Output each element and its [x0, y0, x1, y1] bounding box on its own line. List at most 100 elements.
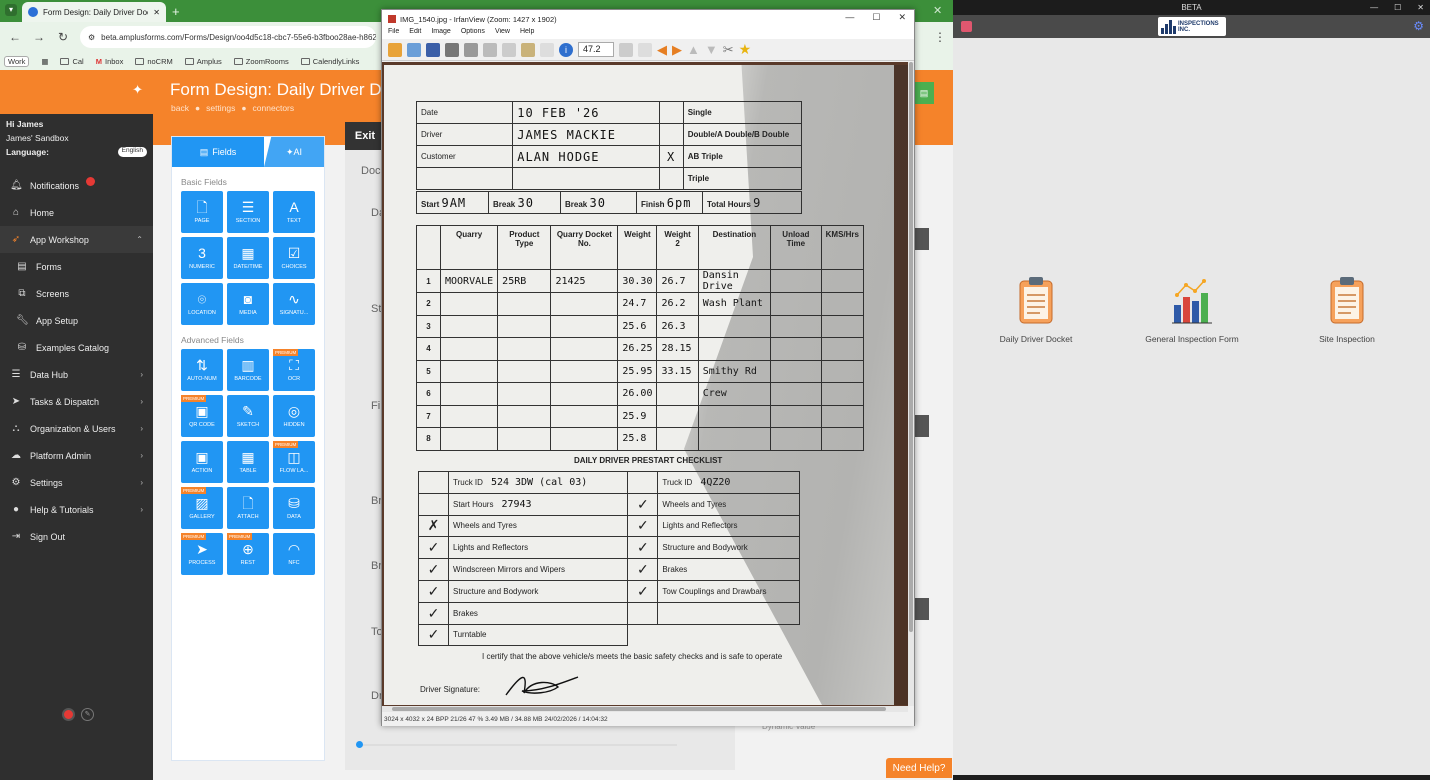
field-button-sketch[interactable]: ✎SKETCH — [227, 395, 269, 437]
gear-icon[interactable]: ⚙ — [1413, 19, 1424, 33]
need-help-button[interactable]: Need Help? — [886, 758, 952, 778]
save-icon[interactable] — [426, 43, 440, 57]
zoom-in-icon[interactable] — [619, 43, 633, 57]
minimize-icon[interactable]: — — [1370, 0, 1378, 15]
apps-grid-icon[interactable]: ▦ — [41, 57, 48, 66]
sidebar-item-organization-users[interactable]: ⛬ Organization & Users › — [0, 415, 153, 442]
menu-edit[interactable]: Edit — [409, 28, 421, 39]
tab-ai[interactable]: ✦ AI — [264, 137, 324, 167]
maximize-icon[interactable]: ☐ — [872, 12, 880, 23]
sidebar-item-notifications[interactable]: 🔔︎ Notifications — [0, 172, 153, 199]
menu-view[interactable]: View — [495, 28, 510, 39]
sidebar-item-help-tutorials[interactable]: ● Help & Tutorials › — [0, 496, 153, 523]
card-site-inspection[interactable]: Site Inspection — [1287, 275, 1407, 344]
copy-icon[interactable] — [502, 43, 516, 57]
field-button-data[interactable]: ⛁DATA — [273, 487, 315, 529]
field-button-media[interactable]: ◙MEDIA — [227, 283, 269, 325]
sidebar-item-app-workshop[interactable]: ➶ App Workshop ⌃ — [0, 226, 153, 253]
sidebar-item-examples-catalog[interactable]: ⛁ Examples Catalog — [0, 334, 153, 361]
browser-tab[interactable]: Form Design: Daily Driver Docket ✕ — [22, 2, 166, 22]
field-button-gallery[interactable]: PREMIUM▨GALLERY — [181, 487, 223, 529]
settings-link[interactable]: settings — [206, 103, 235, 113]
down-icon[interactable]: ▼ — [705, 42, 718, 57]
field-button-hidden[interactable]: ◎HIDDEN — [273, 395, 315, 437]
back-link[interactable]: back — [171, 103, 189, 113]
bookmark-amplus[interactable]: Amplus — [185, 57, 222, 66]
zoom-out-icon[interactable] — [638, 43, 652, 57]
field-button-auto-num[interactable]: ⇅AUTO-NUM — [181, 349, 223, 391]
sidebar-item-home[interactable]: ⌂ Home — [0, 199, 153, 226]
sidebar-item-settings[interactable]: ⚙ Settings › — [0, 469, 153, 496]
paste-icon[interactable] — [521, 43, 535, 57]
new-tab-button[interactable]: + — [172, 4, 180, 19]
close-icon[interactable]: ✕ — [1417, 0, 1424, 15]
cut-icon[interactable] — [483, 43, 497, 57]
slideshow-icon[interactable] — [407, 43, 421, 57]
field-button-location[interactable]: ⌾LOCATION — [181, 283, 223, 325]
field-button-attach[interactable]: 🗋ATTACH — [227, 487, 269, 529]
scrollbar-thumb[interactable] — [909, 62, 913, 632]
field-button-flow-la[interactable]: PREMIUM◫FLOW LA... — [273, 441, 315, 483]
tab-fields[interactable]: ▤ Fields — [172, 137, 264, 167]
field-button-nfc[interactable]: ◠NFC — [273, 533, 315, 575]
app-badge-icon[interactable] — [961, 21, 972, 32]
card-daily-driver-docket[interactable]: Daily Driver Docket — [976, 275, 1096, 344]
site-info-icon[interactable]: ⚙ — [88, 33, 95, 42]
close-tab-icon[interactable]: ✕ — [153, 8, 160, 17]
field-button-qr-code[interactable]: PREMIUM▣QR CODE — [181, 395, 223, 437]
field-button-table[interactable]: ▦TABLE — [227, 441, 269, 483]
pen-icon[interactable]: ✎ — [81, 708, 94, 721]
bookmark-calendlylinks[interactable]: CalendlyLinks — [301, 57, 360, 66]
sidebar-item-sign-out[interactable]: ⇥ Sign Out — [0, 523, 153, 550]
field-button-barcode[interactable]: ▥BARCODE — [227, 349, 269, 391]
sidebar-item-tasks-dispatch[interactable]: ➤ Tasks & Dispatch › — [0, 388, 153, 415]
sidebar-item-data-hub[interactable]: ☰ Data Hub › — [0, 361, 153, 388]
sidebar-item-forms[interactable]: ▤ Forms — [0, 253, 153, 280]
previous-icon[interactable]: ◀ — [657, 42, 667, 58]
field-button-rest[interactable]: PREMIUM⊕REST — [227, 533, 269, 575]
scrollbar-thumb[interactable] — [392, 707, 886, 711]
field-button-process[interactable]: PREMIUM➤PROCESS — [181, 533, 223, 575]
menu-options[interactable]: Options — [461, 28, 485, 39]
sidebar-item-screens[interactable]: ⧉ Screens — [0, 280, 153, 307]
close-window-icon[interactable]: ✕ — [933, 4, 942, 17]
tab-search-button[interactable]: ▾ — [5, 4, 17, 16]
bookmark-nocrm[interactable]: noCRM — [135, 57, 172, 66]
minimize-icon[interactable]: — — [845, 12, 854, 23]
record-button[interactable] — [62, 708, 75, 721]
field-button-action[interactable]: ▣ACTION — [181, 441, 223, 483]
address-bar[interactable]: ⚙ beta.amplusforms.com/Forms/Design/oo4d… — [80, 26, 376, 48]
field-button-date-time[interactable]: ▦DATE/TIME — [227, 237, 269, 279]
vertical-scrollbar[interactable] — [908, 62, 914, 706]
field-button-text[interactable]: ATEXT — [273, 191, 315, 233]
field-button-ocr[interactable]: PREMIUM⛶OCR — [273, 349, 315, 391]
sidebar-item-platform-admin[interactable]: ☁ Platform Admin › — [0, 442, 153, 469]
field-button-section[interactable]: ☰SECTION — [227, 191, 269, 233]
connectors-link[interactable]: connectors — [253, 103, 295, 113]
exit-button[interactable]: Exit — [345, 122, 385, 150]
open-folder-icon[interactable] — [388, 43, 402, 57]
next-icon[interactable]: ▶ — [672, 42, 682, 58]
info-icon[interactable]: i — [559, 43, 573, 57]
close-icon[interactable]: ✕ — [898, 12, 906, 23]
zoom-field[interactable]: 47.2 — [578, 42, 614, 57]
up-icon[interactable]: ▲ — [687, 42, 700, 57]
tools-icon[interactable]: ✂ — [723, 42, 734, 58]
field-button-numeric[interactable]: 3NUMERIC — [181, 237, 223, 279]
undo-icon[interactable] — [540, 43, 554, 57]
print-icon[interactable] — [445, 43, 459, 57]
browser-menu-icon[interactable]: ⋮ — [934, 30, 946, 44]
menu-file[interactable]: File — [388, 28, 399, 39]
field-button-choices[interactable]: ☑CHOICES — [273, 237, 315, 279]
favorite-star-icon[interactable]: ★ — [739, 41, 752, 58]
forward-icon[interactable]: → — [32, 30, 46, 44]
pin-icon[interactable]: ✦ — [132, 82, 143, 98]
back-icon[interactable]: ← — [8, 30, 22, 44]
maximize-icon[interactable]: ☐ — [1394, 0, 1401, 15]
bookmark-zoomrooms[interactable]: ZoomRooms — [234, 57, 289, 66]
bookmark-cal[interactable]: Cal — [60, 57, 83, 66]
save-icon[interactable]: ▤ — [914, 82, 934, 104]
menu-help[interactable]: Help — [520, 28, 534, 39]
bookmark-inbox[interactable]: MInbox — [96, 57, 124, 66]
reload-icon[interactable]: ↻ — [56, 30, 70, 44]
